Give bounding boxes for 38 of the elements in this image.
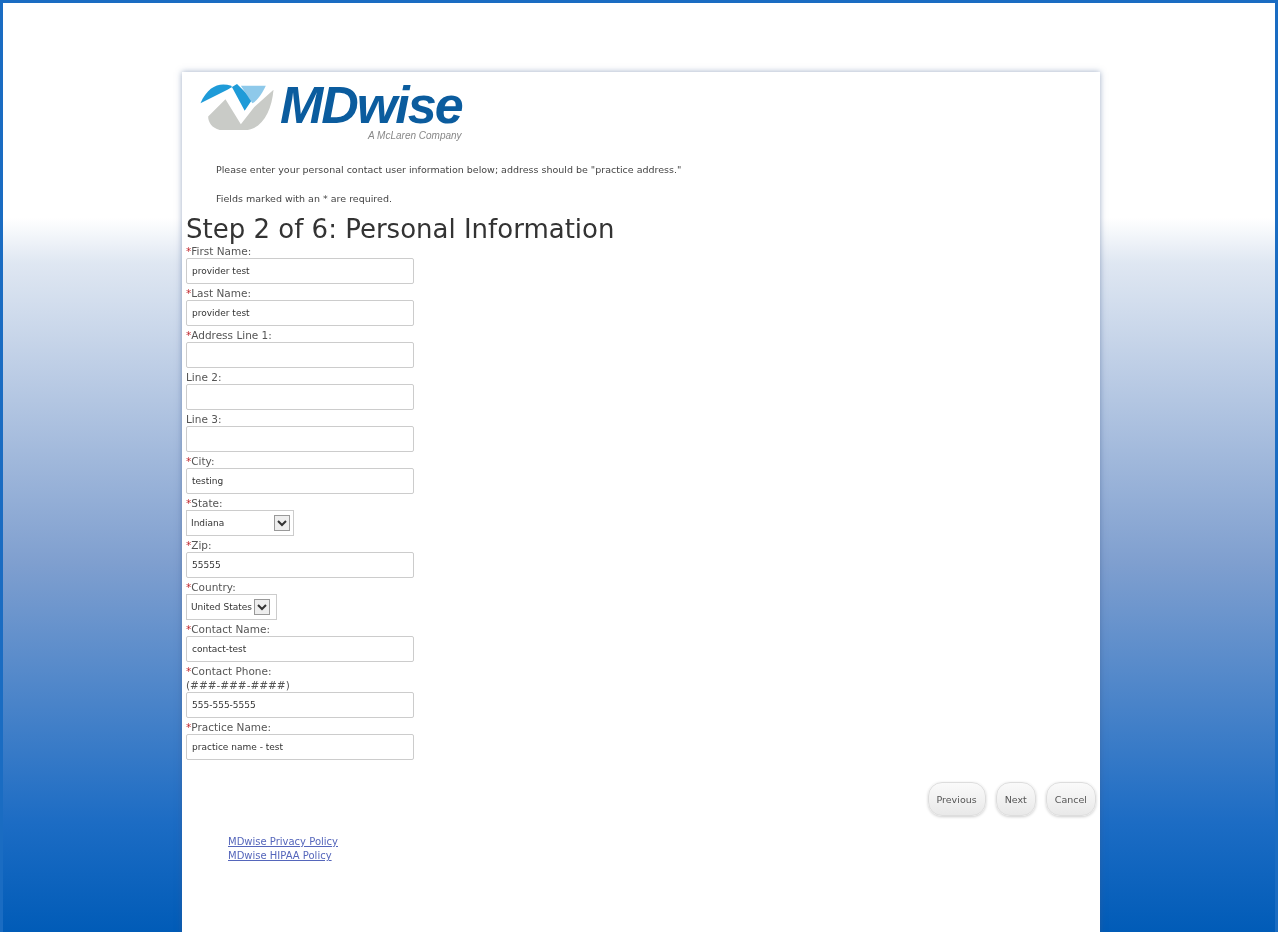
field-label: *Last Name: — [186, 286, 251, 300]
text-field[interactable] — [186, 384, 414, 410]
nav-button[interactable]: Next — [995, 782, 1036, 816]
field-label: Line 2: — [186, 370, 222, 384]
nav-button[interactable]: Previous — [927, 782, 986, 816]
page-heading: Step 2 of 6: Personal Information — [186, 214, 616, 244]
format-hint: (###-###-####) — [186, 678, 290, 692]
text-field[interactable]: provider test — [186, 300, 414, 326]
instruction-text: Please enter your personal contact user information below; address should be "practice address." — [216, 163, 683, 177]
text-field[interactable]: contact-test — [186, 636, 414, 662]
chevron-down-icon — [274, 515, 290, 531]
text-field[interactable]: practice name - test — [186, 734, 414, 760]
text-field[interactable] — [186, 342, 414, 368]
dropdown[interactable]: United States — [186, 594, 277, 620]
text-field[interactable] — [186, 426, 414, 452]
field-label: *Contact Name: — [186, 622, 270, 636]
text-field[interactable]: provider test — [186, 258, 414, 284]
field-label: *Address Line 1: — [186, 328, 272, 342]
field-label: *First Name: — [186, 244, 252, 258]
field-label: *Zip: — [186, 538, 212, 552]
text-field[interactable]: 55555 — [186, 552, 414, 578]
field-label: Line 3: — [186, 412, 222, 426]
field-label: *City: — [186, 454, 215, 468]
chevron-down-icon — [253, 599, 270, 615]
text-field[interactable]: testing — [186, 468, 414, 494]
field-label: *State: — [186, 496, 223, 510]
field-label: *Practice Name: — [186, 720, 272, 734]
field-label: *Contact Phone: — [186, 664, 272, 678]
logo-tagline: A McLaren Company — [368, 130, 462, 141]
text-field[interactable]: 555-555-5555 — [186, 692, 414, 718]
field-label: *Country: — [186, 580, 236, 594]
logo-wordmark: MDwise — [280, 78, 462, 132]
required-note: Fields marked with an * are required. — [216, 192, 393, 206]
policy-link[interactable]: MDwise HIPAA Policy — [228, 850, 332, 861]
policy-link[interactable]: MDwise Privacy Policy — [228, 836, 338, 847]
logo-icon — [198, 82, 276, 132]
dropdown[interactable]: Indiana — [186, 510, 294, 536]
nav-button[interactable]: Cancel — [1045, 782, 1096, 816]
